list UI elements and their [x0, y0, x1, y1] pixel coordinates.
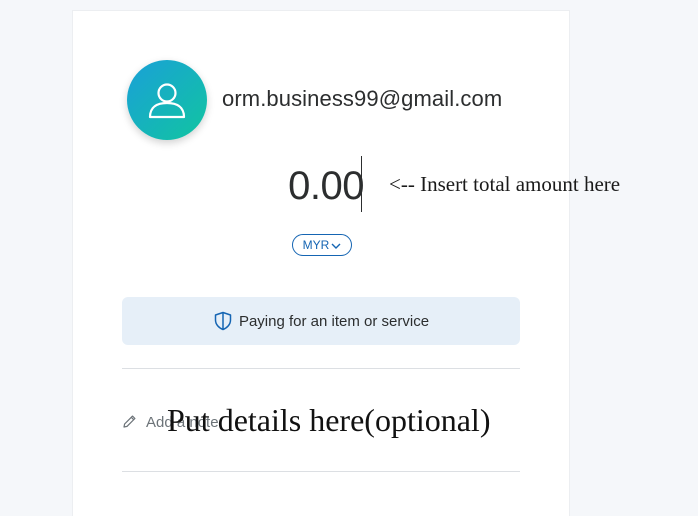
- payment-type-button[interactable]: Paying for an item or service: [122, 297, 520, 345]
- currency-selector[interactable]: MYR: [292, 234, 352, 256]
- recipient-avatar: [127, 60, 207, 140]
- text-caret: [361, 156, 362, 212]
- amount-value[interactable]: 0.00: [288, 164, 364, 209]
- divider-bottom: [122, 471, 520, 472]
- divider-top: [122, 368, 520, 369]
- user-icon: [144, 77, 190, 123]
- amount-annotation: <-- Insert total amount here: [389, 172, 621, 196]
- details-annotation: Put details here(optional): [167, 402, 491, 438]
- payment-type-label: Paying for an item or service: [238, 312, 430, 330]
- recipient-email: orm.business99@gmail.com: [222, 86, 503, 111]
- pencil-icon: [122, 414, 137, 434]
- amount-input[interactable]: 0.00: [270, 158, 364, 214]
- chevron-down-icon: [331, 243, 341, 250]
- shield-icon: [213, 311, 233, 331]
- currency-code: MYR: [302, 238, 330, 252]
